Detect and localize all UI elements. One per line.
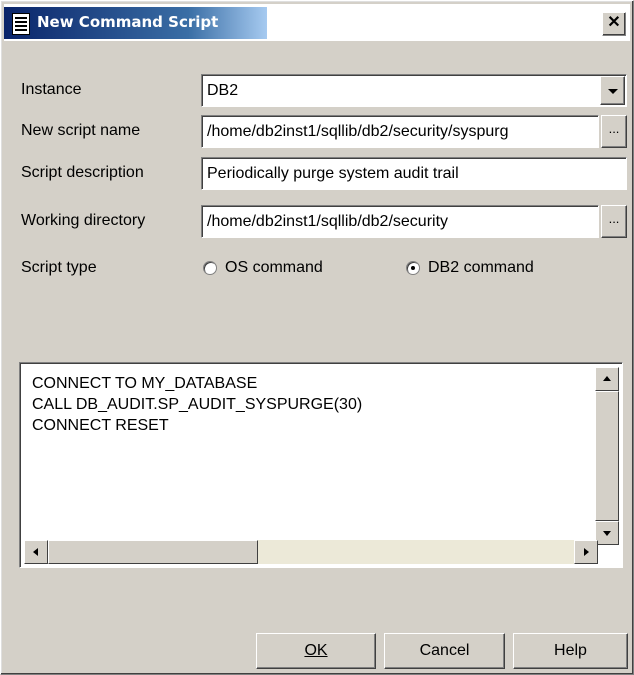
working-directory-value: /home/db2inst1/sqllib/db2/security (207, 213, 449, 230)
vertical-scrollbar[interactable] (595, 367, 619, 545)
ok-button-label: OK (304, 642, 328, 659)
horizontal-scroll-thumb[interactable] (48, 540, 258, 564)
radio-unchecked-icon[interactable] (203, 260, 217, 275)
radio-db2-command[interactable]: DB2 command (406, 259, 534, 277)
description-value: Periodically purge system audit trail (207, 165, 459, 182)
new-command-script-dialog: New Command Script ✕ Instance DB2 New sc… (0, 0, 634, 675)
scroll-left-icon[interactable] (24, 540, 48, 564)
vertical-scroll-thumb[interactable] (595, 391, 619, 521)
script-name-browse-button[interactable]: ... (601, 115, 627, 148)
cancel-button[interactable]: Cancel (384, 633, 505, 669)
radio-os-command[interactable]: OS command (203, 259, 323, 277)
script-line: CONNECT TO MY_DATABASE (32, 375, 258, 392)
scroll-right-icon[interactable] (574, 540, 598, 564)
script-lines: CONNECT TO MY_DATABASE CALL DB_AUDIT.SP_… (32, 373, 362, 436)
script-text-area[interactable]: CONNECT TO MY_DATABASE CALL DB_AUDIT.SP_… (19, 362, 623, 568)
db2-command-label: DB2 command (428, 259, 534, 276)
close-button[interactable]: ✕ (602, 12, 626, 36)
close-icon: ✕ (607, 14, 621, 31)
script-name-label: New script name (21, 122, 141, 139)
os-command-label: OS command (225, 259, 323, 276)
script-name-value: /home/db2inst1/sqllib/db2/security/syspu… (207, 123, 509, 140)
instance-value: DB2 (207, 82, 239, 99)
script-type-label: Script type (21, 259, 97, 276)
ok-button[interactable]: OK (256, 633, 376, 669)
scroll-down-icon[interactable] (595, 521, 619, 545)
script-line: CALL DB_AUDIT.SP_AUDIT_SYSPURGE(30) (32, 396, 363, 413)
script-line: CONNECT RESET (32, 417, 169, 434)
working-directory-browse-button[interactable]: ... (601, 205, 627, 238)
working-directory-label: Working directory (21, 212, 146, 229)
scroll-up-icon[interactable] (595, 367, 619, 391)
radio-checked-icon[interactable] (406, 260, 420, 275)
document-list-icon (12, 13, 30, 35)
script-name-input[interactable]: /home/db2inst1/sqllib/db2/security/syspu… (201, 115, 599, 148)
description-label: Script description (21, 164, 144, 181)
horizontal-scrollbar[interactable] (24, 540, 598, 564)
instance-select[interactable]: DB2 (201, 74, 627, 107)
window-title: New Command Script (37, 13, 219, 31)
instance-label: Instance (21, 81, 82, 98)
help-button[interactable]: Help (513, 633, 628, 669)
description-input[interactable]: Periodically purge system audit trail (201, 157, 627, 190)
chevron-down-icon[interactable] (600, 76, 625, 105)
working-directory-input[interactable]: /home/db2inst1/sqllib/db2/security (201, 205, 599, 238)
title-bar[interactable]: New Command Script ✕ (4, 4, 630, 41)
